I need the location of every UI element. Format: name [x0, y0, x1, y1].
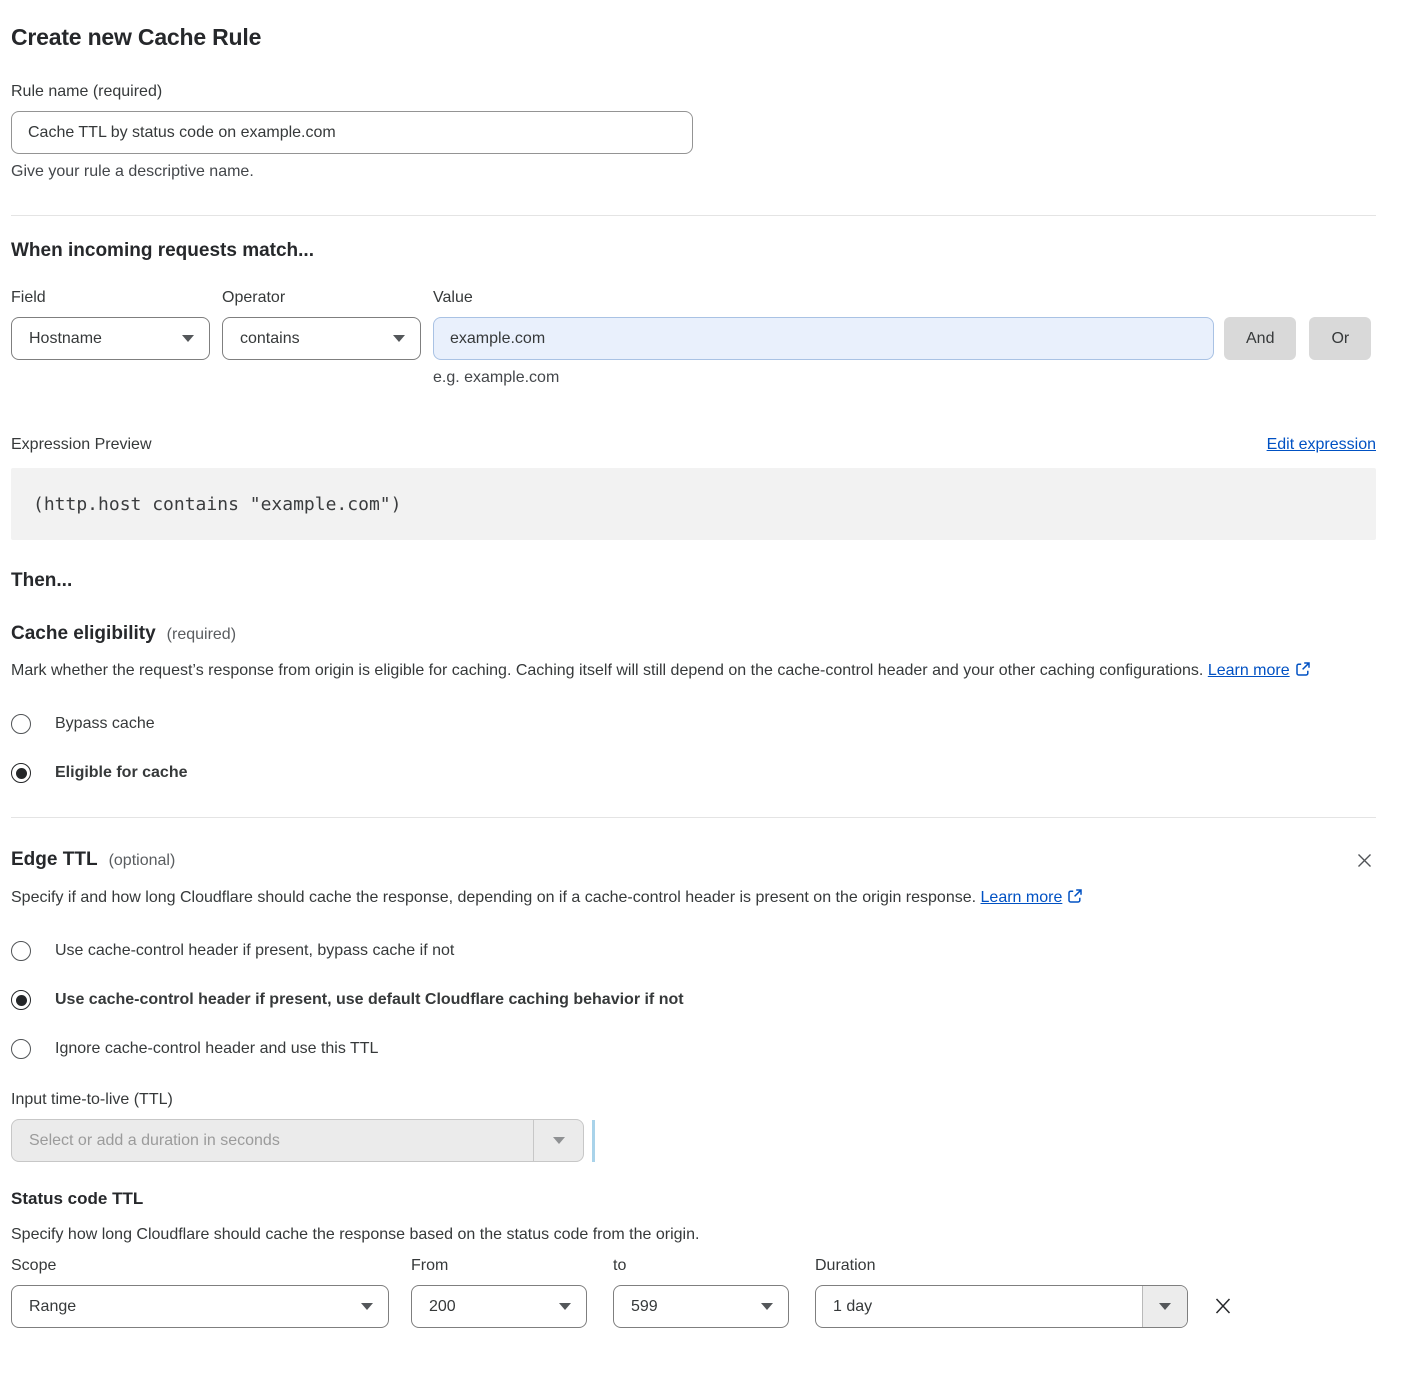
then-heading: Then...: [11, 570, 1376, 592]
rule-name-input[interactable]: [11, 111, 693, 154]
value-label: Value: [433, 289, 1214, 307]
expression-preview-label: Expression Preview: [11, 436, 152, 454]
status-code-ttl-description: Specify how long Cloudflare should cache…: [11, 1226, 1376, 1244]
edge-ttl-header: Edge TTL (optional): [11, 849, 1376, 872]
field-label: Field: [11, 289, 210, 307]
scope-select[interactable]: Range: [11, 1285, 389, 1328]
edge-ttl-close-button[interactable]: [1353, 849, 1376, 872]
to-select[interactable]: 599: [613, 1285, 789, 1328]
radio-use-header-bypass-if-not-label: Use cache-control header if present, byp…: [55, 942, 454, 960]
duration-label: Duration: [815, 1257, 1188, 1275]
expression-code: (http.host contains "example.com"): [33, 494, 401, 515]
radio-icon: [11, 1039, 31, 1059]
cache-eligibility-header: Cache eligibility (required): [11, 623, 1376, 645]
create-cache-rule-form: Create new Cache Rule Rule name (require…: [0, 0, 1412, 1358]
and-button[interactable]: And: [1224, 317, 1296, 360]
edge-ttl-learn-more-link[interactable]: Learn more: [981, 889, 1063, 906]
ttl-duration-placeholder: Select or add a duration in seconds: [12, 1132, 533, 1150]
radio-use-header-default-if-not[interactable]: Use cache-control header if present, use…: [11, 990, 684, 1010]
radio-ignore-header-use-ttl-label: Ignore cache-control header and use this…: [55, 1040, 378, 1058]
edge-ttl-optional-tag: (optional): [109, 852, 176, 870]
focus-cursor-bar: [592, 1120, 595, 1162]
field-select-value: Hostname: [29, 330, 102, 348]
scope-select-value: Range: [29, 1298, 76, 1316]
ttl-input-row: Select or add a duration in seconds: [11, 1119, 1376, 1162]
radio-use-header-bypass-if-not[interactable]: Use cache-control header if present, byp…: [11, 941, 454, 961]
radio-icon: [11, 714, 31, 734]
rule-name-group: Rule name (required) Give your rule a de…: [11, 83, 1376, 181]
cache-eligibility-heading: Cache eligibility: [11, 623, 156, 645]
or-button[interactable]: Or: [1309, 317, 1371, 360]
duration-select-value: 1 day: [816, 1298, 1142, 1316]
chevron-down-icon: [559, 1303, 571, 1310]
ttl-duration-dropdown-toggle[interactable]: [533, 1120, 583, 1161]
match-heading: When incoming requests match...: [11, 240, 1376, 262]
match-expression-row: Field Hostname Operator contains Value e…: [11, 289, 1376, 387]
expression-preview-row: Expression Preview Edit expression: [11, 436, 1376, 454]
external-link-icon: [1295, 661, 1311, 677]
duration-select[interactable]: 1 day: [815, 1285, 1188, 1328]
edge-ttl-heading: Edge TTL: [11, 849, 98, 871]
edge-ttl-description-text: Specify if and how long Cloudflare shoul…: [11, 889, 976, 906]
duration-dropdown-toggle[interactable]: [1142, 1286, 1187, 1327]
remove-icon: [1212, 1295, 1234, 1317]
external-link-icon: [1067, 888, 1083, 904]
radio-selected-icon: [11, 990, 31, 1010]
operator-select[interactable]: contains: [222, 317, 421, 360]
radio-bypass-cache-label: Bypass cache: [55, 715, 155, 733]
rule-name-label: Rule name (required): [11, 83, 1376, 101]
chevron-down-icon: [361, 1303, 373, 1310]
to-select-value: 599: [631, 1298, 658, 1316]
radio-icon: [11, 941, 31, 961]
status-code-ttl-row: Scope Range From 200 to 599 Duration 1 d…: [11, 1257, 1376, 1328]
remove-status-ttl-button[interactable]: [1210, 1293, 1236, 1319]
radio-eligible-for-cache[interactable]: Eligible for cache: [11, 763, 187, 783]
cache-eligibility-description-text: Mark whether the request’s response from…: [11, 662, 1203, 679]
ttl-duration-select[interactable]: Select or add a duration in seconds: [11, 1119, 584, 1162]
edge-ttl-description: Specify if and how long Cloudflare shoul…: [11, 884, 1359, 912]
radio-eligible-for-cache-label: Eligible for cache: [55, 764, 187, 782]
cache-eligibility-learn-more-link[interactable]: Learn more: [1208, 662, 1290, 679]
field-select[interactable]: Hostname: [11, 317, 210, 360]
value-helper: e.g. example.com: [433, 369, 1214, 387]
connector-buttons: And Or: [1224, 289, 1371, 387]
radio-bypass-cache[interactable]: Bypass cache: [11, 714, 155, 734]
operator-label: Operator: [222, 289, 421, 307]
section-divider: [11, 817, 1376, 818]
chevron-down-icon: [182, 335, 194, 342]
expression-code-block: (http.host contains "example.com"): [11, 468, 1376, 540]
chevron-down-icon: [393, 335, 405, 342]
section-divider: [11, 215, 1376, 216]
to-label: to: [613, 1257, 789, 1275]
page-title: Create new Cache Rule: [11, 24, 1376, 51]
status-code-ttl-heading: Status code TTL: [11, 1189, 1376, 1209]
radio-use-header-default-if-not-label: Use cache-control header if present, use…: [55, 991, 684, 1009]
edit-expression-link[interactable]: Edit expression: [1267, 436, 1376, 454]
from-label: From: [411, 1257, 587, 1275]
value-input[interactable]: [433, 317, 1214, 360]
from-select[interactable]: 200: [411, 1285, 587, 1328]
cache-eligibility-description: Mark whether the request’s response from…: [11, 657, 1359, 685]
scope-label: Scope: [11, 1257, 389, 1275]
radio-selected-icon: [11, 763, 31, 783]
chevron-down-icon: [553, 1137, 565, 1144]
chevron-down-icon: [761, 1303, 773, 1310]
ttl-input-label: Input time-to-live (TTL): [11, 1091, 1376, 1109]
close-icon: [1355, 851, 1374, 870]
from-select-value: 200: [429, 1298, 456, 1316]
operator-select-value: contains: [240, 330, 300, 348]
cache-eligibility-required-tag: (required): [167, 626, 236, 644]
chevron-down-icon: [1159, 1303, 1171, 1310]
radio-ignore-header-use-ttl[interactable]: Ignore cache-control header and use this…: [11, 1039, 378, 1059]
rule-name-helper: Give your rule a descriptive name.: [11, 163, 1376, 181]
